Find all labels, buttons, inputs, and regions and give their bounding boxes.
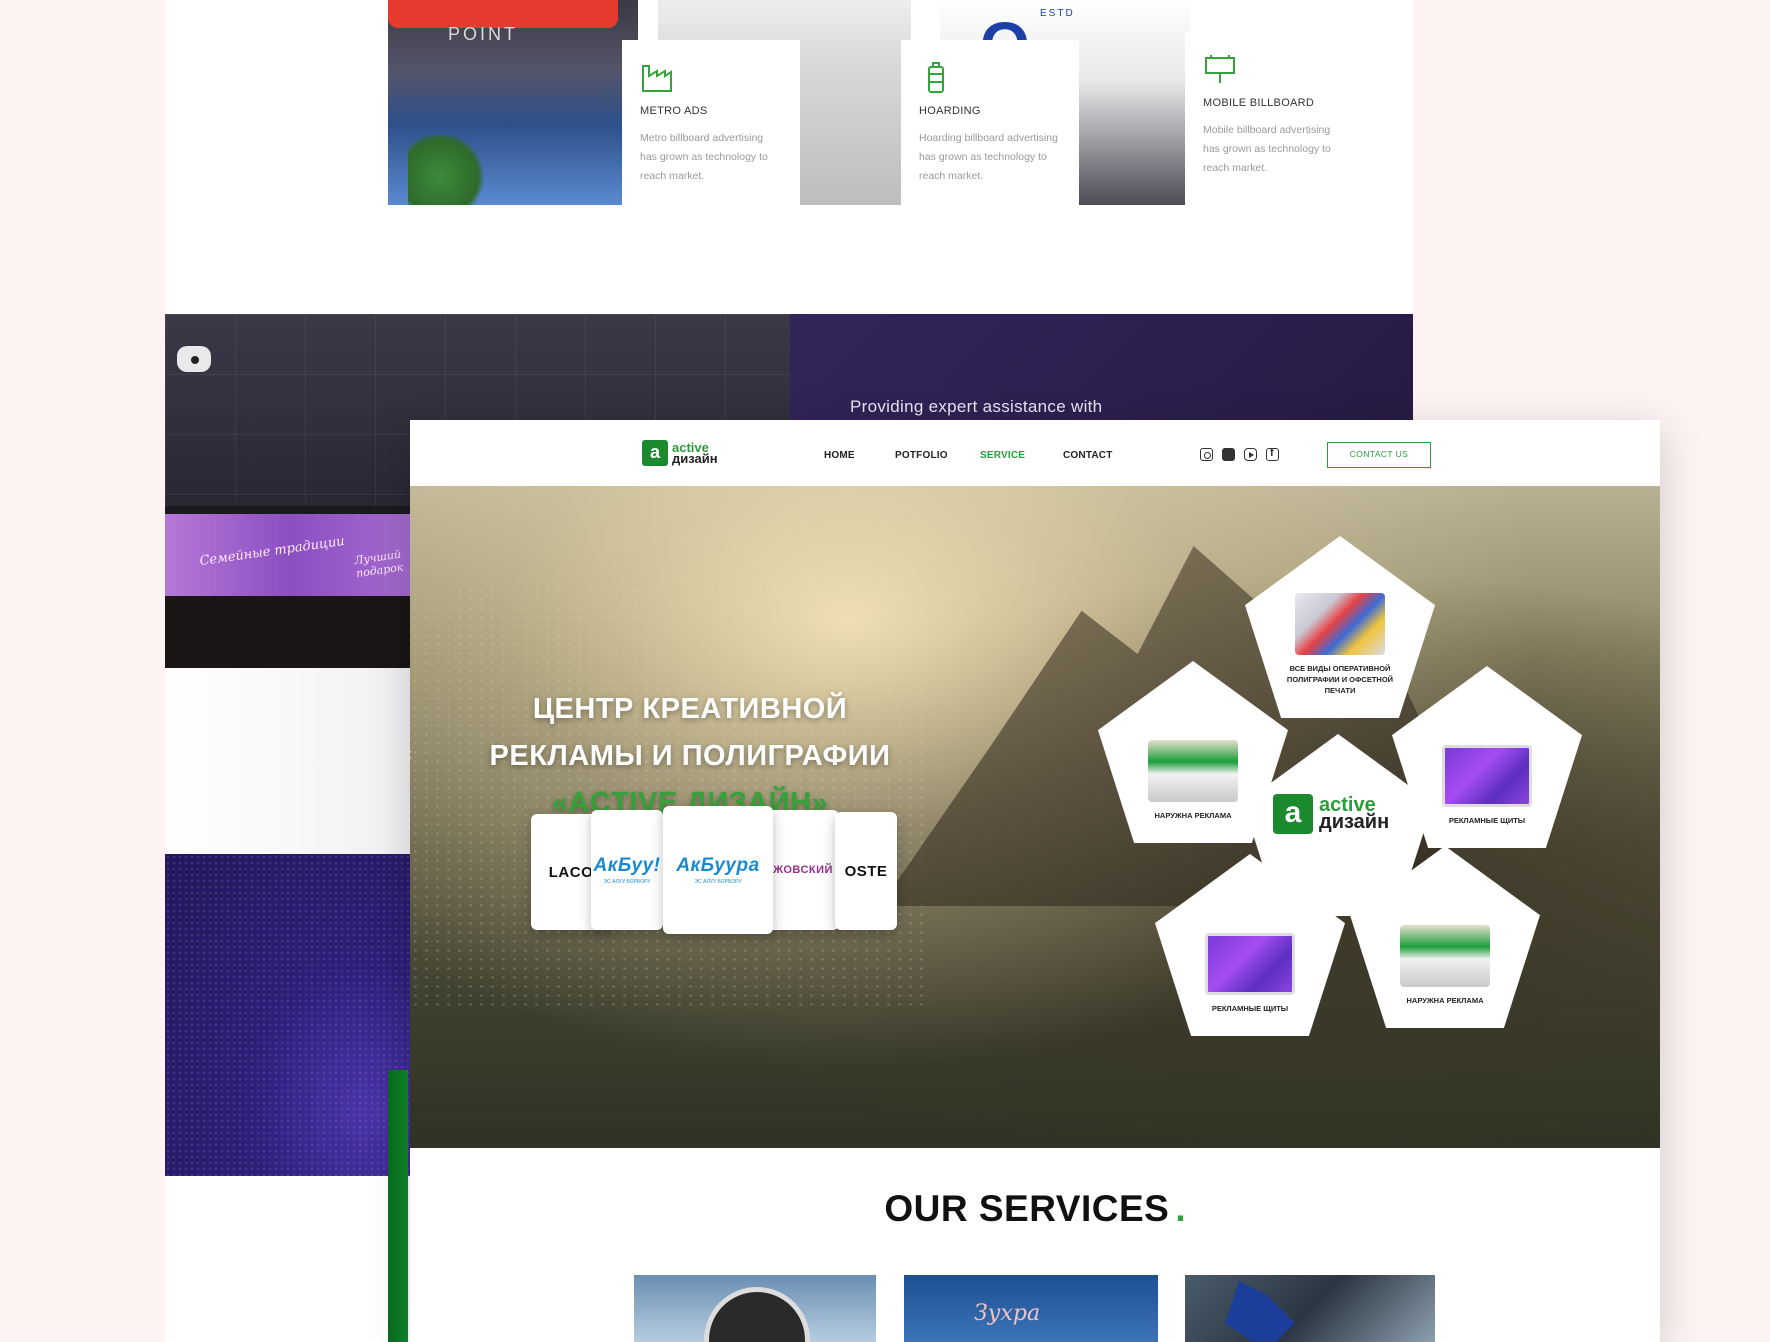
site-logo[interactable]: a active дизайн — [642, 440, 718, 466]
foreground-page: a active дизайн HOME POTFOLIO SERVICE CO… — [410, 420, 1660, 1342]
social-links — [1200, 447, 1279, 461]
security-camera-icon — [177, 346, 211, 372]
contact-us-button[interactable]: CONTACT US — [1327, 442, 1431, 468]
client-card[interactable]: ЖОВСКИЙ — [767, 810, 839, 930]
hero-section: ‹ ЦЕНТР КРЕАТИВНОЙ РЕКЛАМЫ И ПОЛИГРАФИИ … — [410, 486, 1660, 1148]
client-label: OSTE — [844, 862, 888, 880]
logo-badge: a — [642, 440, 668, 466]
services-title-dot: . — [1175, 1188, 1186, 1229]
center-logo-badge: a — [1273, 794, 1313, 834]
screen-text: Семейные традиции — [198, 533, 346, 570]
pentagon-label: РЕКЛАМНЫЕ ЩИТЫ — [1211, 1004, 1289, 1013]
billboard-image — [1442, 745, 1532, 807]
tree-foliage — [408, 135, 488, 205]
dotted-wave-banner — [165, 854, 415, 1176]
site-header: a active дизайн HOME POTFOLIO SERVICE CO… — [410, 420, 1660, 486]
screen-text: Лучший подарок — [353, 547, 405, 581]
feature-title: MOBILE BILLBOARD — [1203, 97, 1315, 109]
client-label: LACO — [548, 863, 594, 881]
billboard-icon — [1205, 55, 1235, 83]
service-thumbnail-sign[interactable]: Зухра — [904, 1275, 1158, 1342]
feature-card-mobile-billboard[interactable]: MOBILE BILLBOARD Mobile billboard advert… — [1185, 32, 1363, 212]
client-card[interactable]: АкБуу! ЭС АЛУУ БОРБОРУ — [591, 810, 663, 930]
client-logo-block: АкБуура ЭС АЛУУ БОРБОРУ — [676, 855, 759, 885]
client-card[interactable]: OSTE — [835, 812, 897, 930]
coffee-point-text: POINT — [448, 24, 519, 44]
display-screens: Семейные традиции Лучший подарок — [165, 506, 415, 596]
white-section — [165, 668, 415, 854]
coffee-point-photo: POINT — [388, 0, 638, 205]
client-label: АкБуура — [676, 855, 760, 876]
services-heading: OUR SERVICES. — [410, 1188, 1660, 1230]
storefront-image — [1148, 740, 1238, 802]
nav-service[interactable]: SERVICE — [980, 450, 1025, 461]
client-logo-block: АкБуу! ЭС АЛУУ БОРБОРУ — [593, 855, 660, 885]
battery-icon — [928, 62, 944, 93]
sign-text: Зухра — [974, 1301, 1041, 1326]
client-label: ЖОВСКИЙ — [773, 864, 833, 876]
feature-title: HOARDING — [919, 105, 981, 117]
green-accent-strip — [388, 1070, 408, 1342]
nav-home[interactable]: HOME — [824, 450, 855, 461]
center-logo-text: active дизайн — [1319, 795, 1390, 833]
storefront-image — [1400, 925, 1490, 987]
client-logos-carousel: LACO АкБуу! ЭС АЛУУ БОРБОРУ АкБуура ЭС А… — [531, 806, 897, 936]
feature-description: Mobile billboard advertising has grown a… — [1203, 124, 1331, 174]
pentagon-label: ВСЕ ВИДЫ ОПЕРАТИВНОЙ ПОЛИГРАФИИ И ОФСЕТН… — [1286, 664, 1394, 695]
hero-line-2: РЕКЛАМЫ И ПОЛИГРАФИИ — [489, 740, 891, 772]
estd-text: ESTD — [1040, 8, 1075, 19]
service-thumbnail-store[interactable] — [1185, 1275, 1435, 1342]
feature-title: METRO ADS — [640, 105, 708, 117]
facebook-icon[interactable] — [1266, 447, 1279, 461]
logo-text: active дизайн — [672, 441, 718, 466]
feature-description: Metro billboard advertising has grown as… — [640, 132, 768, 182]
pentagon-label: НАРУЖНА РЕКЛАМА — [1154, 811, 1232, 820]
billboard-image — [1205, 933, 1295, 995]
hero-prev-arrow[interactable]: ‹ — [410, 744, 412, 765]
pentagon-label: НАРУЖНА РЕКЛАМА — [1406, 996, 1484, 1005]
pentagon-label: РЕКЛАМНЫЕ ЩИТЫ — [1448, 816, 1526, 825]
feature-card-metro-ads[interactable]: METRO ADS Metro billboard advertising ha… — [622, 40, 800, 220]
client-label: АкБуу! — [593, 855, 661, 876]
store-counter — [165, 596, 415, 668]
feature-card-hoarding[interactable]: HOARDING Hoarding billboard advertising … — [901, 40, 1079, 220]
factory-icon — [642, 65, 672, 92]
service-thumbnail-coffee[interactable] — [634, 1275, 876, 1342]
assist-text: Providing expert assistance with — [850, 397, 1103, 416]
pentagon-content: ВСЕ ВИДЫ ОПЕРАТИВНОЙ ПОЛИГРАФИИ И ОФСЕТН… — [1245, 536, 1435, 718]
instagram-icon[interactable] — [1200, 448, 1213, 461]
center-logo-bottom: дизайн — [1319, 811, 1390, 833]
logo-text-bottom: дизайн — [672, 451, 718, 466]
service-pentagon-printing[interactable]: ВСЕ ВИДЫ ОПЕРАТИВНОЙ ПОЛИГРАФИИ И ОФСЕТН… — [1245, 536, 1435, 718]
hero-line-1: ЦЕНТР КРЕАТИВНОЙ — [532, 693, 848, 725]
client-sub: ЭС АЛУУ БОРБОРУ — [694, 879, 742, 885]
printing-equipment-image — [1295, 593, 1385, 655]
nav-contact[interactable]: CONTACT — [1063, 450, 1113, 461]
feature-description: Hoarding billboard advertising has grown… — [919, 132, 1058, 182]
services-title: OUR SERVICES — [884, 1188, 1170, 1229]
client-sub: ЭС АЛУУ БОРБОРУ — [603, 879, 651, 885]
client-card-active[interactable]: АкБуура ЭС АЛУУ БОРБОРУ — [663, 806, 773, 934]
youtube-icon[interactable] — [1244, 448, 1257, 461]
nav-portfolio[interactable]: POTFOLIO — [895, 450, 948, 461]
center-logo: a active дизайн — [1273, 794, 1389, 834]
twitter-icon[interactable] — [1222, 448, 1235, 461]
